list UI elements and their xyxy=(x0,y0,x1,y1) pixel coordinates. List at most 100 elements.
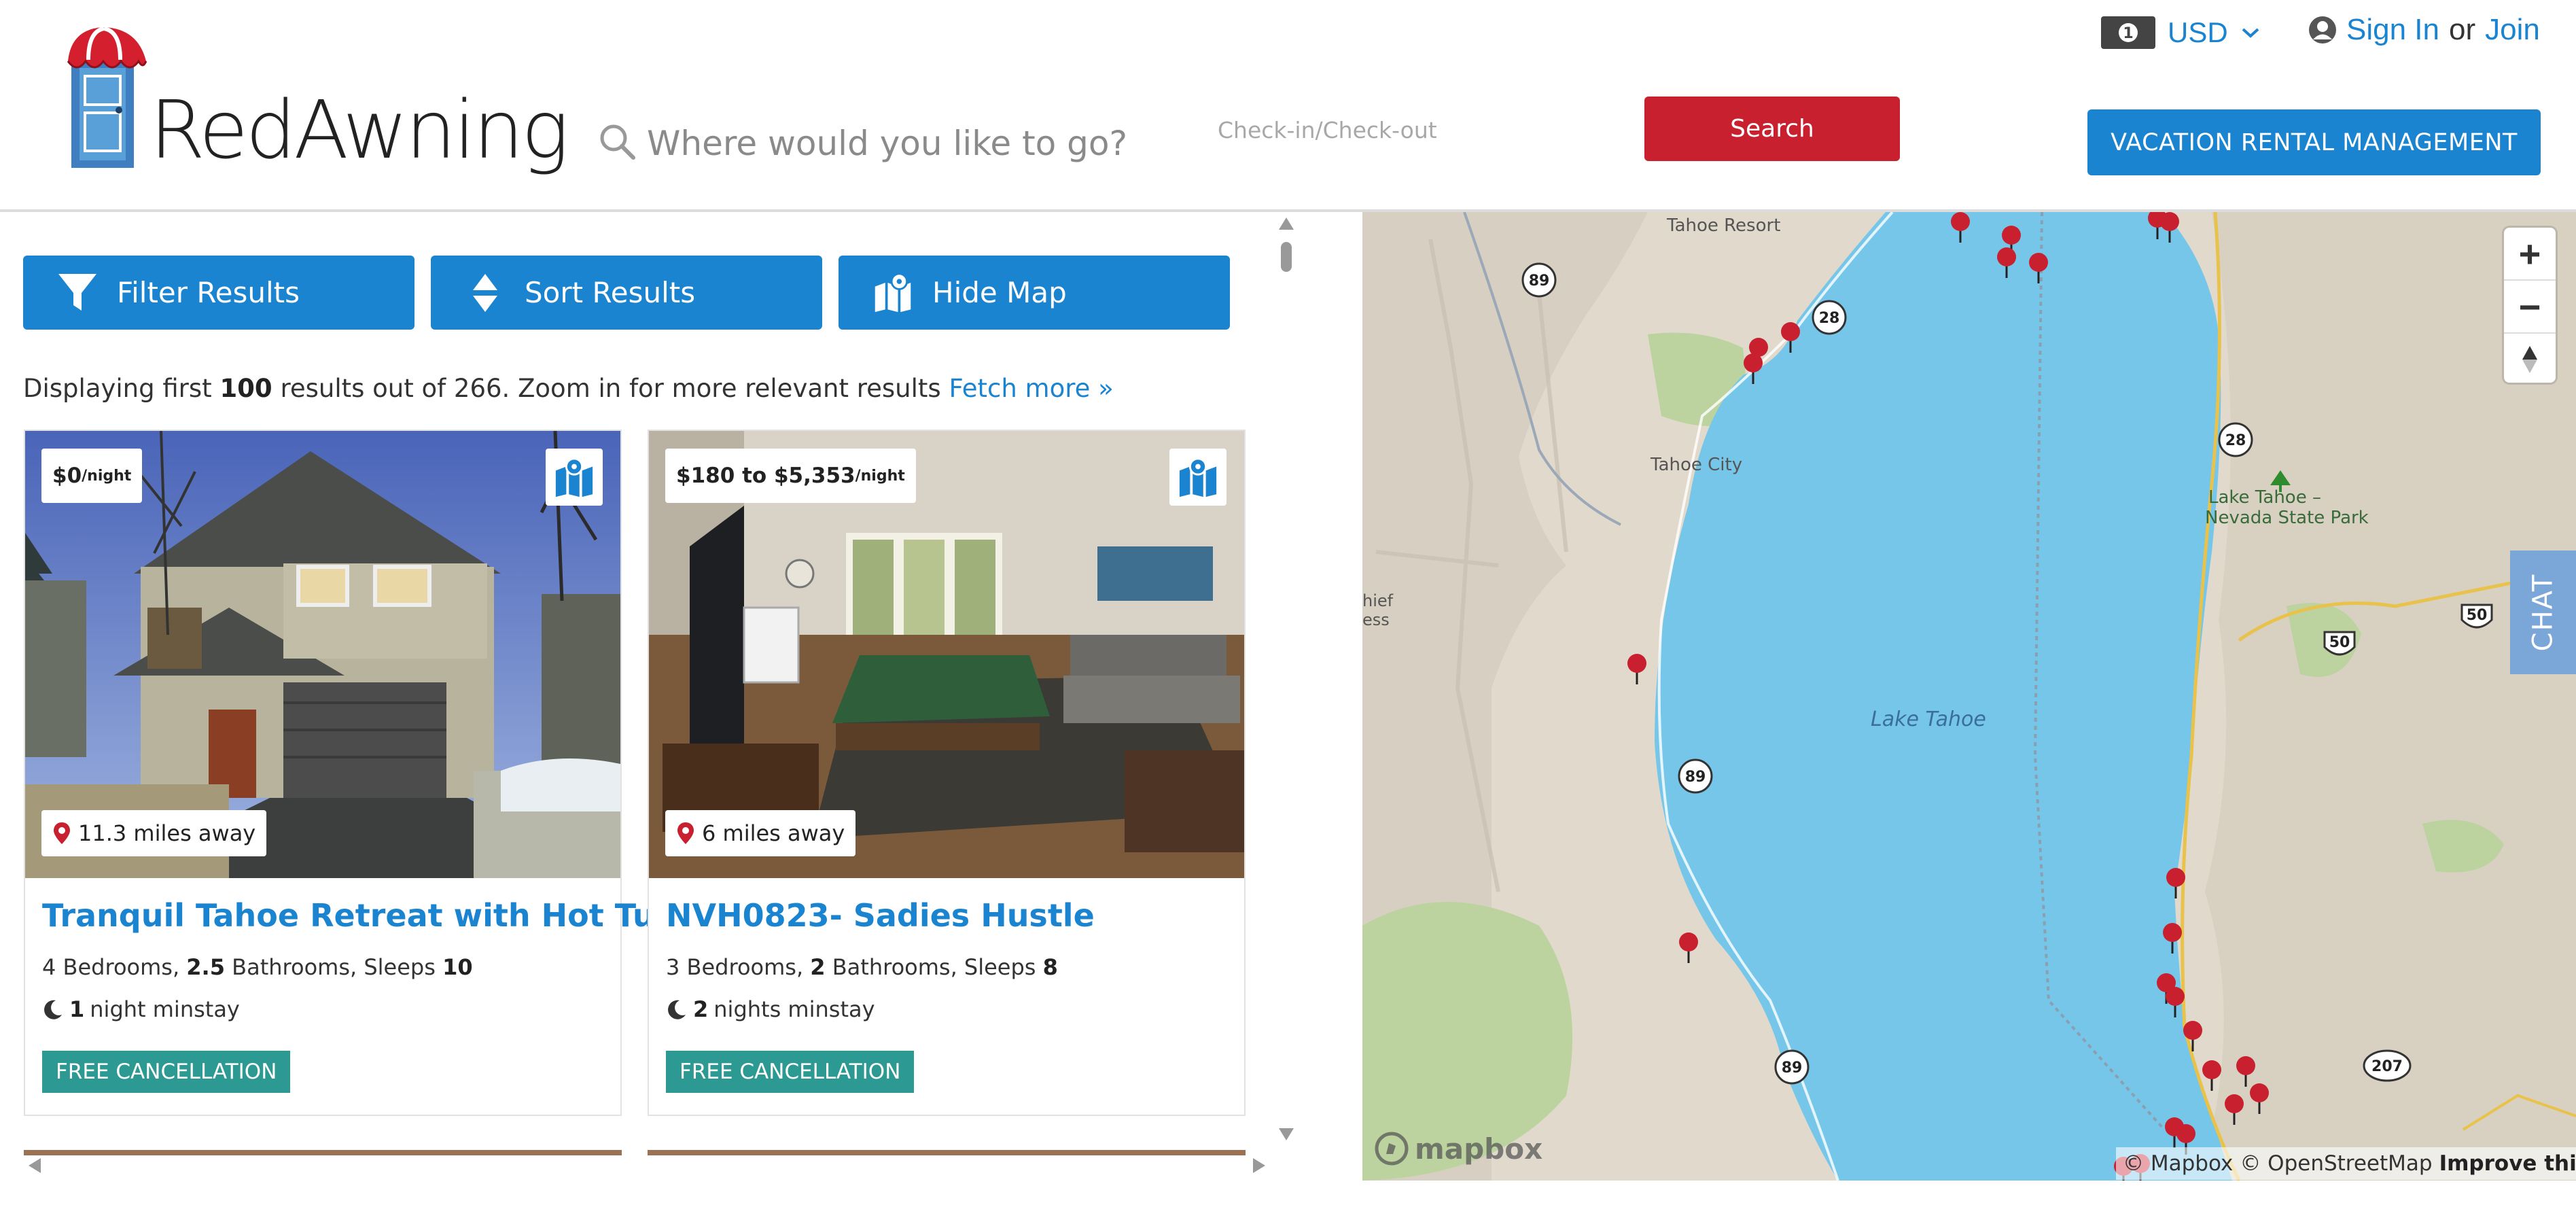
state-park-label-line2: Nevada State Park xyxy=(2205,508,2369,528)
route-number: 28 xyxy=(2225,432,2246,449)
scroll-right-arrow-icon[interactable] xyxy=(1253,1158,1265,1173)
price-tag: $180 to $5,353/night xyxy=(665,449,916,503)
route-number: 89 xyxy=(1685,769,1706,786)
route-number: 89 xyxy=(1782,1060,1803,1077)
map-canvas[interactable]: Tahoe Resort Tahoe City Lake Tahoe Lake … xyxy=(1362,212,2576,1181)
bedrooms-count: 3 xyxy=(666,954,680,980)
distance-text: 6 miles away xyxy=(702,820,845,846)
route-number: 28 xyxy=(1819,310,1840,327)
reset-north-button[interactable] xyxy=(2504,334,2556,383)
money-bill-icon: 1 xyxy=(2101,16,2155,49)
map-marker-icon xyxy=(555,457,593,497)
search-icon xyxy=(600,124,635,160)
bathrooms-label: Bathrooms, xyxy=(232,954,357,980)
route-number: 50 xyxy=(2329,634,2350,651)
sleeps-label: Sleeps xyxy=(964,954,1036,980)
show-on-map-button[interactable] xyxy=(1169,449,1227,506)
scroll-thumb[interactable] xyxy=(1281,242,1292,272)
chat-tab[interactable]: CHAT xyxy=(2510,551,2576,674)
results-map[interactable]: Tahoe Resort Tahoe City Lake Tahoe Lake … xyxy=(1362,212,2576,1181)
location-pin-icon xyxy=(677,822,694,844)
sort-results-button[interactable]: Sort Results xyxy=(431,256,822,330)
show-on-map-button[interactable] xyxy=(546,449,603,506)
search-button[interactable]: Search xyxy=(1644,97,1900,161)
scroll-down-arrow-icon[interactable] xyxy=(1279,1128,1294,1140)
bedrooms-count: 4 xyxy=(42,954,56,980)
listing-photo[interactable]: $180 to $5,353/night 6 miles away xyxy=(649,431,1244,878)
minstay-nights: 1 xyxy=(69,996,85,1022)
vacation-rental-management-button[interactable]: VACATION RENTAL MANAGEMENT xyxy=(2087,109,2541,175)
tahoe-resort-label: Tahoe Resort xyxy=(1666,215,1780,236)
chevron-down-icon xyxy=(2242,28,2259,38)
join-link[interactable]: Join xyxy=(2485,13,2540,47)
price-tag: $0/night xyxy=(41,449,143,503)
improve-map-link[interactable]: Improve this map xyxy=(2439,1151,2576,1176)
chat-label: CHAT xyxy=(2527,573,2559,652)
account-links: Sign In or Join xyxy=(2308,10,2540,50)
listing-title[interactable]: NVH0823- Sadies Hustle xyxy=(666,897,1095,934)
hide-map-button[interactable]: Hide Map xyxy=(839,256,1230,330)
minstay-nights: 2 xyxy=(693,996,709,1022)
moon-icon xyxy=(44,1000,62,1019)
tahoe-city-label: Tahoe City xyxy=(1650,455,1742,475)
site-header: RedAwning Search 1 USD Sign In or Join V… xyxy=(0,0,2576,212)
bathrooms-count: 2.5 xyxy=(186,954,225,980)
route-shield: 28 xyxy=(2218,422,2253,457)
listing-specs: 3 Bedrooms, 2 Bathrooms, Sleeps 8 xyxy=(666,954,1058,980)
listing-specs: 4 Bedrooms, 2.5 Bathrooms, Sleeps 10 xyxy=(42,954,473,980)
bedrooms-label: Bedrooms, xyxy=(63,954,180,980)
route-number: 207 xyxy=(2371,1058,2403,1075)
mapbox-attribution-link[interactable]: © Mapbox xyxy=(2123,1151,2233,1176)
redawning-logo[interactable]: RedAwning xyxy=(65,22,569,178)
sleeps-label: Sleeps xyxy=(364,954,436,980)
currency-selector[interactable]: 1 USD xyxy=(2101,12,2261,53)
price-per-night: /night xyxy=(82,467,132,485)
scroll-left-arrow-icon[interactable] xyxy=(29,1158,41,1173)
chief-label-line1: hief xyxy=(1362,591,1394,610)
route-shield: 89 xyxy=(1774,1049,1810,1085)
check-in-check-out-input[interactable] xyxy=(1216,109,1572,151)
map-marker-icon xyxy=(875,272,911,312)
sort-icon xyxy=(473,273,497,312)
vertical-scrollbar[interactable] xyxy=(1271,212,1302,1147)
price-per-night: /night xyxy=(855,467,905,485)
minimum-stay: 2 nights minstay xyxy=(666,996,875,1022)
free-cancellation-badge: FREE CANCELLATION xyxy=(42,1051,291,1093)
bathrooms-count: 2 xyxy=(810,954,826,980)
mapbox-logo[interactable]: mapbox xyxy=(1374,1131,1542,1166)
currency-label: USD xyxy=(2168,16,2228,48)
listing-title[interactable]: Tranquil Tahoe Retreat with Hot Tub xyxy=(42,897,677,934)
route-shield: 89 xyxy=(1678,758,1713,794)
route-shield: 89 xyxy=(1521,262,1557,298)
distance-badge: 6 miles away xyxy=(665,810,856,856)
or-text: or xyxy=(2448,13,2476,46)
map-attribution: © Mapbox © OpenStreetMap Improve this ma… xyxy=(2116,1147,2576,1180)
results-count-text: Displaying first 100 results out of 266.… xyxy=(23,374,1114,403)
price-value: $180 to $5,353 xyxy=(676,464,855,488)
results-suffix: results out of 266. Zoom in for more rel… xyxy=(280,374,941,403)
fetch-more-link[interactable]: Fetch more » xyxy=(949,374,1113,403)
destination-search-input[interactable] xyxy=(646,116,1165,171)
filter-icon xyxy=(58,273,96,311)
osm-attribution-link[interactable]: © OpenStreetMap xyxy=(2240,1151,2432,1176)
bathrooms-label: Bathrooms, xyxy=(832,954,957,980)
svg-text:1: 1 xyxy=(2123,25,2133,42)
listing-card[interactable]: $0/night 11.3 miles away Tranquil Tahoe … xyxy=(24,430,677,1116)
map-zoom-controls: + − xyxy=(2504,228,2556,383)
listing-card[interactable]: $180 to $5,353/night 6 miles away NVH082… xyxy=(648,430,1246,1116)
scroll-up-arrow-icon[interactable] xyxy=(1279,217,1294,230)
filter-results-button[interactable]: Filter Results xyxy=(23,256,414,330)
location-pin-icon xyxy=(54,822,70,844)
horizontal-scrollbar[interactable] xyxy=(23,1150,1271,1181)
chief-label-line2: ess xyxy=(1362,610,1390,629)
sign-in-link[interactable]: Sign In xyxy=(2346,13,2439,47)
bedrooms-label: Bedrooms, xyxy=(686,954,804,980)
minstay-label: night minstay xyxy=(90,996,240,1022)
hide-map-label: Hide Map xyxy=(932,276,1067,309)
zoom-in-button[interactable]: + xyxy=(2504,228,2556,281)
mapbox-wordmark: mapbox xyxy=(1415,1132,1543,1166)
zoom-out-button[interactable]: − xyxy=(2504,281,2556,334)
results-prefix: Displaying first xyxy=(23,374,212,403)
route-shield: 50 xyxy=(2460,604,2493,629)
listing-photo[interactable]: $0/night 11.3 miles away xyxy=(25,431,620,878)
